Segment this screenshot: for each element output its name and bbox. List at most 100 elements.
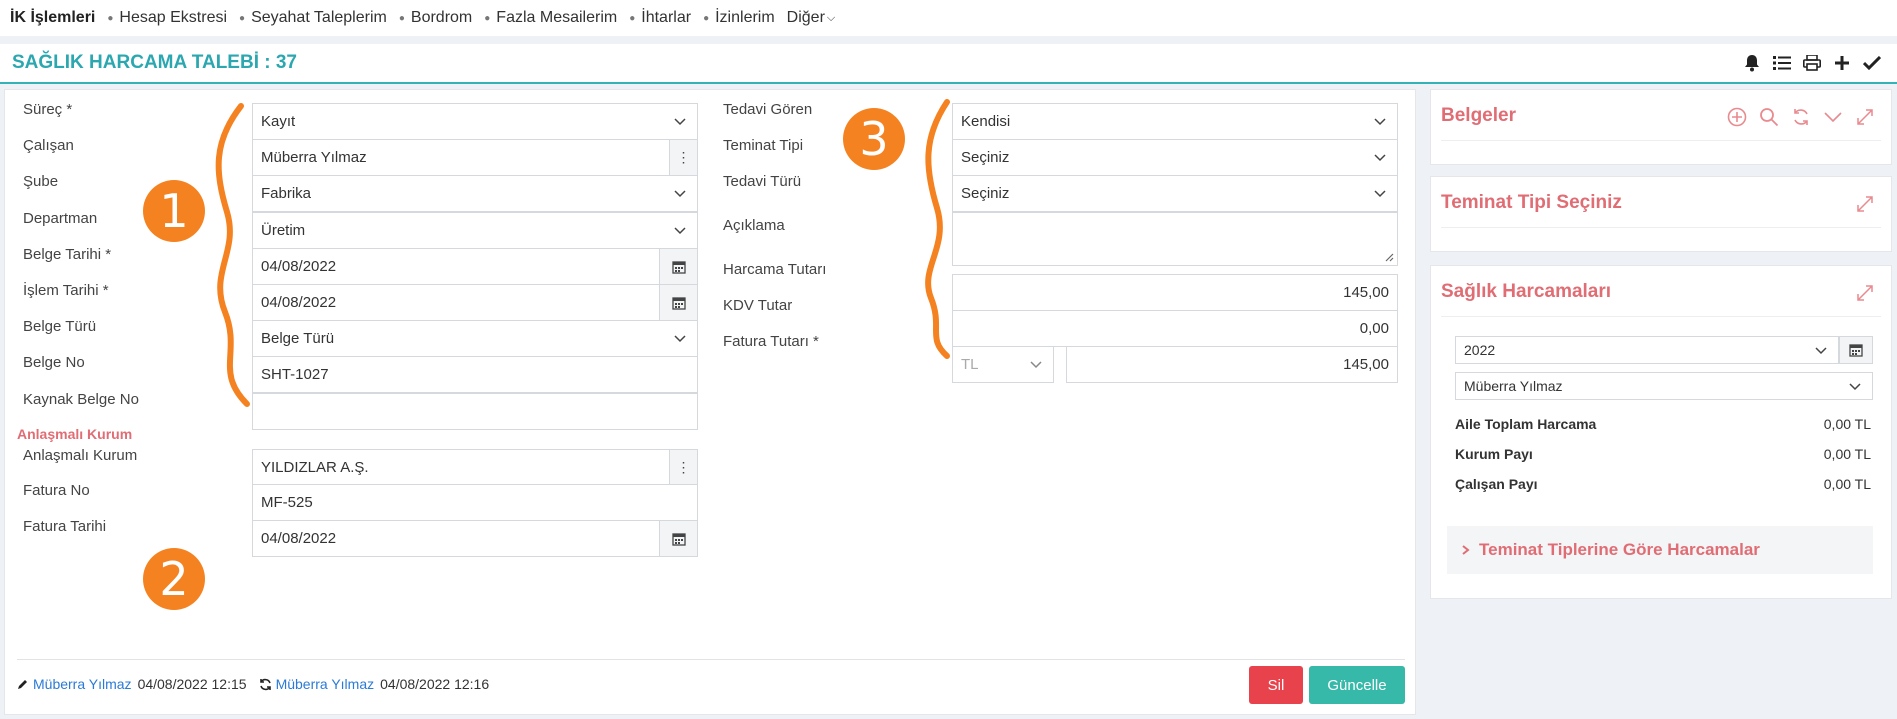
- year-select[interactable]: 2022: [1455, 336, 1839, 364]
- tedavi-turu-select[interactable]: Seçiniz: [952, 175, 1398, 212]
- currency-select[interactable]: TL: [952, 346, 1054, 383]
- chevron-down-icon: [1030, 361, 1042, 369]
- harcama-tutari-input[interactable]: 145,00: [952, 274, 1398, 311]
- fatura-tutari-input[interactable]: 145,00: [1066, 346, 1398, 383]
- summary-value: 0,00 TL: [1823, 416, 1871, 432]
- label-fatura-tutari: Fatura Tutarı *: [723, 333, 819, 350]
- nav-label: Diğer: [786, 9, 825, 26]
- islem-tarihi-input[interactable]: 04/08/2022: [252, 284, 698, 321]
- expand-icon[interactable]: [1849, 280, 1881, 306]
- nav-label: İK İşlemleri: [10, 9, 96, 26]
- label-fatura-no: Fatura No: [23, 482, 90, 499]
- belge-turu-select[interactable]: Belge Türü: [252, 320, 698, 357]
- tedavi-goren-value: Kendisi: [961, 113, 1011, 130]
- teminat-tipi-select[interactable]: Seçiniz: [952, 139, 1398, 176]
- search-icon[interactable]: [1753, 104, 1785, 130]
- teminat-harcamalar-accordion[interactable]: Teminat Tiplerine Göre Harcamalar: [1447, 526, 1873, 574]
- refresh-icon[interactable]: [1785, 104, 1817, 130]
- bell-icon[interactable]: [1737, 50, 1767, 76]
- belgeler-title: Belgeler: [1441, 105, 1516, 126]
- saglik-panel: Sağlık Harcamaları 2022 Müberra Yılmaz A…: [1430, 265, 1892, 599]
- delete-button[interactable]: Sil: [1249, 666, 1303, 704]
- nav-izinlerim[interactable]: ● İzinlerim: [703, 9, 775, 27]
- anlasmali-kurum-field[interactable]: YILDIZLAR A.Ş. ⋮: [252, 449, 698, 486]
- summary-row-calisan: Çalışan Payı 0,00 TL: [1455, 476, 1871, 492]
- more-vertical-icon[interactable]: ⋮: [669, 140, 697, 175]
- fatura-no-input[interactable]: MF-525: [252, 484, 698, 521]
- saglik-title: Sağlık Harcamaları: [1441, 281, 1612, 302]
- label-teminat-tipi: Teminat Tipi: [723, 137, 804, 154]
- bullet-icon: ●: [703, 12, 710, 24]
- sube-value: Fabrika: [261, 185, 312, 202]
- title-bar: SAĞLIK HARCAMA TALEBİ : 37: [0, 44, 1897, 84]
- belge-no-value: SHT-1027: [261, 366, 329, 383]
- add-circle-icon[interactable]: [1721, 104, 1753, 130]
- fatura-no-value: MF-525: [261, 494, 313, 511]
- aciklama-textarea[interactable]: [952, 212, 1398, 266]
- chevron-down-icon: [1374, 190, 1386, 198]
- departman-select[interactable]: Üretim: [252, 212, 698, 249]
- print-icon[interactable]: [1797, 50, 1827, 76]
- chevron-down-icon: ⌵: [826, 11, 836, 24]
- summary-value: 0,00 TL: [1823, 446, 1871, 462]
- label-tedavi-goren: Tedavi Gören: [723, 101, 813, 118]
- label-kdv-tutar: KDV Tutar: [723, 297, 793, 314]
- nav-hesap-ekstresi[interactable]: ● Hesap Ekstresi: [107, 9, 227, 27]
- bullet-icon: ●: [239, 12, 246, 24]
- nav-label: Bordrom: [410, 9, 473, 26]
- list-icon[interactable]: [1767, 50, 1797, 76]
- updated-by-link[interactable]: Müberra Yılmaz: [276, 676, 375, 692]
- sube-select[interactable]: Fabrika: [252, 175, 698, 212]
- currency-value: TL: [961, 356, 979, 373]
- nav-ik-islemleri[interactable]: İK İşlemleri: [10, 9, 95, 27]
- bullet-icon: ●: [107, 12, 114, 24]
- created-by-link[interactable]: Müberra Yılmaz: [33, 676, 132, 692]
- kaynak-belge-no-input[interactable]: [252, 393, 698, 430]
- calendar-icon[interactable]: [659, 249, 697, 284]
- saglik-toolbar: [1849, 280, 1881, 306]
- calisan-field[interactable]: Müberra Yılmaz ⋮: [252, 139, 698, 176]
- fatura-tarihi-input[interactable]: 04/08/2022: [252, 520, 698, 557]
- updated-at: 04/08/2022 12:16: [380, 676, 490, 692]
- expand-icon[interactable]: [1849, 191, 1881, 217]
- accordion-label: Teminat Tiplerine Göre Harcamalar: [1479, 540, 1760, 559]
- chevron-down-icon: [674, 227, 686, 235]
- nav-seyahat-taleplerim[interactable]: ● Seyahat Taleplerim: [239, 9, 387, 27]
- nav-ihtarlar[interactable]: ● İhtarlar: [629, 9, 691, 27]
- kdv-tutar-input[interactable]: 0,00: [952, 310, 1398, 347]
- year-value: 2022: [1464, 342, 1496, 358]
- belge-tarihi-input[interactable]: 04/08/2022: [252, 248, 698, 285]
- chevron-down-icon[interactable]: [1817, 104, 1849, 130]
- person-select[interactable]: Müberra Yılmaz: [1455, 372, 1873, 400]
- update-button[interactable]: Güncelle: [1309, 666, 1405, 704]
- footer-divider: [17, 659, 1405, 660]
- summary-row-kurum: Kurum Payı 0,00 TL: [1455, 446, 1871, 462]
- annotation-bracket-3: [925, 99, 950, 359]
- calendar-icon[interactable]: [659, 521, 697, 556]
- chevron-down-icon: [674, 190, 686, 198]
- label-kaynak-belge-no: Kaynak Belge No: [23, 391, 139, 408]
- chevron-down-icon: [674, 335, 686, 343]
- section-anlasmali-kurum: Anlaşmalı Kurum: [17, 426, 133, 442]
- annotation-badge-1: 1: [143, 180, 205, 242]
- year-calendar-button[interactable]: [1839, 336, 1873, 364]
- calendar-icon[interactable]: [659, 285, 697, 320]
- tedavi-goren-select[interactable]: Kendisi: [952, 103, 1398, 140]
- more-vertical-icon[interactable]: ⋮: [669, 450, 697, 485]
- person-value: Müberra Yılmaz: [1464, 378, 1563, 394]
- expand-icon[interactable]: [1849, 104, 1881, 130]
- label-harcama-tutari: Harcama Tutarı: [723, 261, 827, 278]
- label-anlasmali-kurum: Anlaşmalı Kurum: [23, 447, 138, 464]
- belge-no-input[interactable]: SHT-1027: [252, 356, 698, 393]
- nav-bordrom[interactable]: ● Bordrom: [399, 9, 472, 27]
- annotation-badge-2: 2: [143, 548, 205, 610]
- summary-label: Çalışan Payı: [1455, 476, 1538, 492]
- surec-select[interactable]: Kayıt: [252, 103, 698, 140]
- chevron-down-icon: [1849, 383, 1861, 391]
- nav-label: Hesap Ekstresi: [119, 9, 228, 26]
- nav-fazla-mesailerim[interactable]: ● Fazla Mesailerim: [484, 9, 617, 27]
- nav-diger[interactable]: Diğer ⌵: [787, 9, 836, 27]
- resize-handle-icon[interactable]: [1384, 252, 1394, 262]
- check-icon[interactable]: [1857, 50, 1887, 76]
- plus-icon[interactable]: [1827, 50, 1857, 76]
